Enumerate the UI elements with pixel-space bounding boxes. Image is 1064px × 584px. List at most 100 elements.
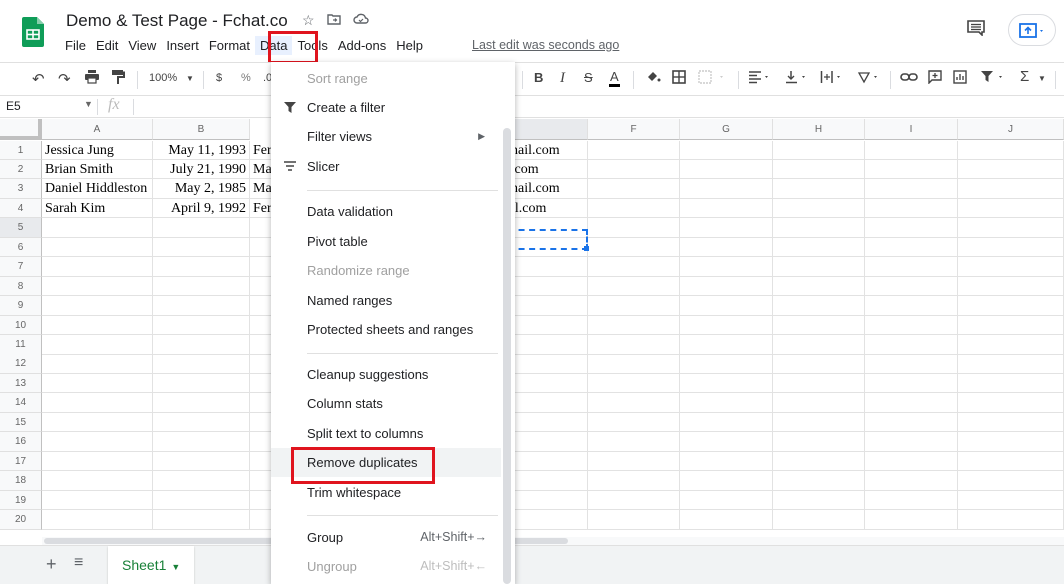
row-header-20[interactable]: 20 [0,510,42,530]
fill-handle[interactable] [584,246,589,251]
zoom-caret-icon[interactable]: ▼ [186,74,194,83]
cell-g20[interactable] [680,510,773,530]
cell-j3[interactable] [958,179,1064,199]
cell-b6[interactable] [153,237,250,258]
cell-g3[interactable] [680,179,773,199]
cell-f10[interactable] [588,315,680,336]
cell-b1[interactable]: May 11, 1993 [153,140,250,160]
cell-a15[interactable] [42,412,153,433]
cell-f15[interactable] [588,412,680,433]
cell-a16[interactable] [42,432,153,452]
cell-a20[interactable] [42,510,153,530]
cell-i16[interactable] [865,432,958,452]
italic-button[interactable]: I [560,70,565,87]
selected-cell-e5[interactable] [508,229,588,250]
functions-caret-icon[interactable]: ▼ [1038,74,1046,83]
cell-f16[interactable] [588,432,680,452]
cell-i8[interactable] [865,276,958,297]
cell-h12[interactable] [773,354,865,374]
cell-b13[interactable] [153,373,250,394]
cell-e9[interactable] [508,296,588,316]
cell-h20[interactable] [773,510,865,530]
cell-i12[interactable] [865,354,958,374]
cell-b9[interactable] [153,296,250,316]
cell-e12[interactable] [508,354,588,374]
cell-f13[interactable] [588,373,680,394]
column-header-j[interactable]: J [958,119,1064,140]
cell-b17[interactable] [153,451,250,472]
menu-item-column-stats[interactable]: Column stats [271,389,501,418]
cell-g11[interactable] [680,335,773,355]
cell-i19[interactable] [865,490,958,511]
row-header-8[interactable]: 8 [0,276,42,297]
present-button[interactable] [1008,14,1056,46]
filter-icon[interactable] [980,70,1006,87]
cell-f5[interactable] [588,218,680,238]
cell-a7[interactable] [42,257,153,277]
cell-e1[interactable]: nail.com [508,140,588,160]
cell-h17[interactable] [773,451,865,472]
cell-f17[interactable] [588,451,680,472]
menu-format[interactable]: Format [204,36,255,55]
cell-g5[interactable] [680,218,773,238]
cell-a19[interactable] [42,490,153,511]
menu-item-split-text[interactable]: Split text to columns [271,419,501,448]
paint-format-icon[interactable] [111,70,125,88]
zoom-select[interactable]: 100% [149,72,177,84]
cell-i18[interactable] [865,471,958,491]
cell-a3[interactable]: Daniel Hiddleston [42,179,153,199]
cell-g19[interactable] [680,490,773,511]
cell-f19[interactable] [588,490,680,511]
sheets-logo-icon[interactable] [22,17,44,47]
cell-i15[interactable] [865,412,958,433]
cell-b2[interactable]: July 21, 1990 [153,159,250,180]
undo-icon[interactable]: ↶ [32,70,45,88]
cell-j2[interactable] [958,159,1064,180]
horizontal-align-icon[interactable] [748,70,772,87]
cell-j15[interactable] [958,412,1064,433]
cell-e20[interactable] [508,510,588,530]
text-rotation-icon[interactable] [857,70,881,87]
cell-j1[interactable] [958,140,1064,160]
cell-e7[interactable] [508,257,588,277]
menu-add-ons[interactable]: Add-ons [333,36,391,55]
cell-j20[interactable] [958,510,1064,530]
cell-g7[interactable] [680,257,773,277]
text-wrapping-icon[interactable] [820,70,844,87]
cell-h5[interactable] [773,218,865,238]
cell-i1[interactable] [865,140,958,160]
cell-a12[interactable] [42,354,153,374]
cell-b20[interactable] [153,510,250,530]
cell-b14[interactable] [153,393,250,413]
all-sheets-button[interactable]: ≡ [74,554,83,572]
cell-j6[interactable] [958,237,1064,258]
menu-item-data-validation[interactable]: Data validation [271,197,501,226]
cell-h9[interactable] [773,296,865,316]
cell-i3[interactable] [865,179,958,199]
cell-a9[interactable] [42,296,153,316]
cell-i5[interactable] [865,218,958,238]
cell-b12[interactable] [153,354,250,374]
cell-a11[interactable] [42,335,153,355]
cell-j18[interactable] [958,471,1064,491]
menu-item-cleanup-suggestions[interactable]: Cleanup suggestions [271,360,501,389]
sheet-tab-caret-icon[interactable]: ▼ [171,562,180,572]
sheet-tab-sheet1[interactable]: Sheet1 ▼ [108,546,194,584]
insert-chart-icon[interactable] [953,70,967,87]
row-header-4[interactable]: 4 [0,198,42,219]
row-header-11[interactable]: 11 [0,335,42,355]
cell-i11[interactable] [865,335,958,355]
cell-f12[interactable] [588,354,680,374]
bold-button[interactable]: B [534,70,543,85]
cell-g2[interactable] [680,159,773,180]
row-header-1[interactable]: 1 [0,140,42,160]
cell-f18[interactable] [588,471,680,491]
cell-e16[interactable] [508,432,588,452]
cell-e15[interactable] [508,412,588,433]
add-sheet-button[interactable]: + [46,554,57,575]
cell-h6[interactable] [773,237,865,258]
cell-b19[interactable] [153,490,250,511]
cell-j12[interactable] [958,354,1064,374]
cell-j9[interactable] [958,296,1064,316]
menu-edit[interactable]: Edit [91,36,123,55]
